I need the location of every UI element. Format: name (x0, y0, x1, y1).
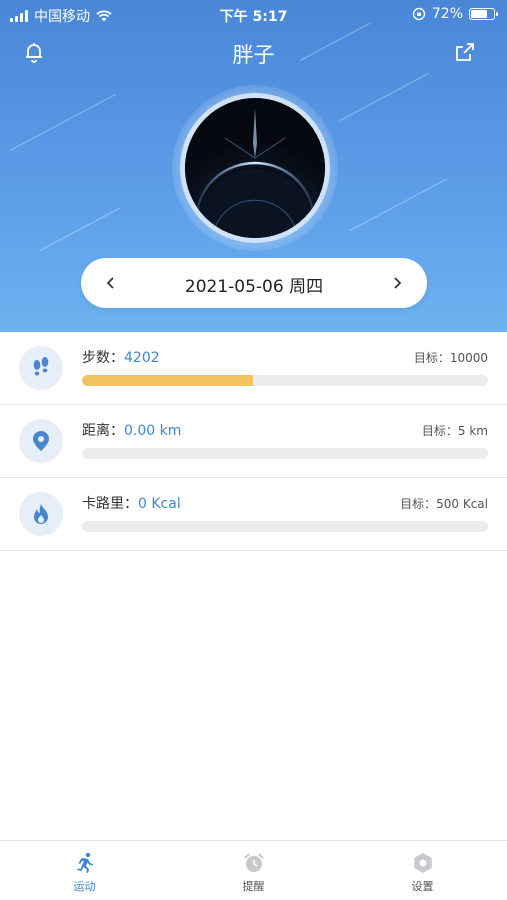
top-bar: 胖子 (0, 30, 507, 74)
date-selector: 2021-05-06 周四 (81, 258, 427, 308)
calories-row: 卡路里：0 Kcal 目标：500 Kcal (0, 478, 507, 551)
tab-bar: 运动 提醒 设置 (0, 840, 507, 900)
calories-value: 0 Kcal (138, 496, 181, 512)
orientation-lock-icon (412, 7, 426, 21)
battery-percent: 72% (431, 6, 463, 22)
steps-goal: 目标：10000 (413, 351, 488, 365)
tab-exercise[interactable]: 运动 (0, 841, 169, 900)
tab-settings-label: 设置 (411, 880, 434, 893)
tab-reminder[interactable]: 提醒 (169, 841, 338, 900)
selected-date[interactable]: 2021-05-06 周四 (81, 272, 427, 297)
gear-icon (413, 853, 432, 873)
battery-icon (469, 8, 498, 20)
distance-value: 0.00 km (124, 423, 182, 439)
avatar[interactable] (180, 93, 330, 243)
distance-row: 距离：0.00 km 目标：5 km (0, 405, 507, 478)
distance-progress-bar (82, 448, 488, 459)
status-bar: 中国移动 下午 5:17 72% (0, 0, 507, 30)
calories-progress-bar (82, 521, 488, 532)
tab-exercise-label: 运动 (73, 880, 96, 893)
stats-list: 步数：4202 目标：10000 距离：0.00 km 目标：5 km 卡路里：… (0, 332, 507, 551)
tab-settings[interactable]: 设置 (338, 841, 507, 900)
location-pin-icon (19, 419, 63, 463)
steps-value: 4202 (124, 350, 160, 366)
running-icon (76, 852, 93, 873)
calories-label: 卡路里：0 Kcal (82, 496, 181, 512)
flame-icon (19, 492, 63, 536)
avatar-halo (172, 85, 338, 251)
alarm-clock-icon (243, 853, 264, 872)
page-title: 胖子 (232, 43, 275, 67)
chevron-right-icon[interactable] (385, 271, 409, 295)
steps-label: 步数：4202 (82, 350, 160, 366)
steps-progress-bar (82, 375, 488, 386)
distance-goal: 目标：5 km (421, 424, 488, 438)
distance-label: 距离：0.00 km (82, 423, 182, 439)
share-icon[interactable] (451, 38, 479, 66)
tab-reminder-label: 提醒 (242, 880, 265, 893)
footprints-icon (19, 346, 63, 390)
calories-goal: 目标：500 Kcal (400, 497, 488, 511)
steps-row: 步数：4202 目标：10000 (0, 332, 507, 405)
